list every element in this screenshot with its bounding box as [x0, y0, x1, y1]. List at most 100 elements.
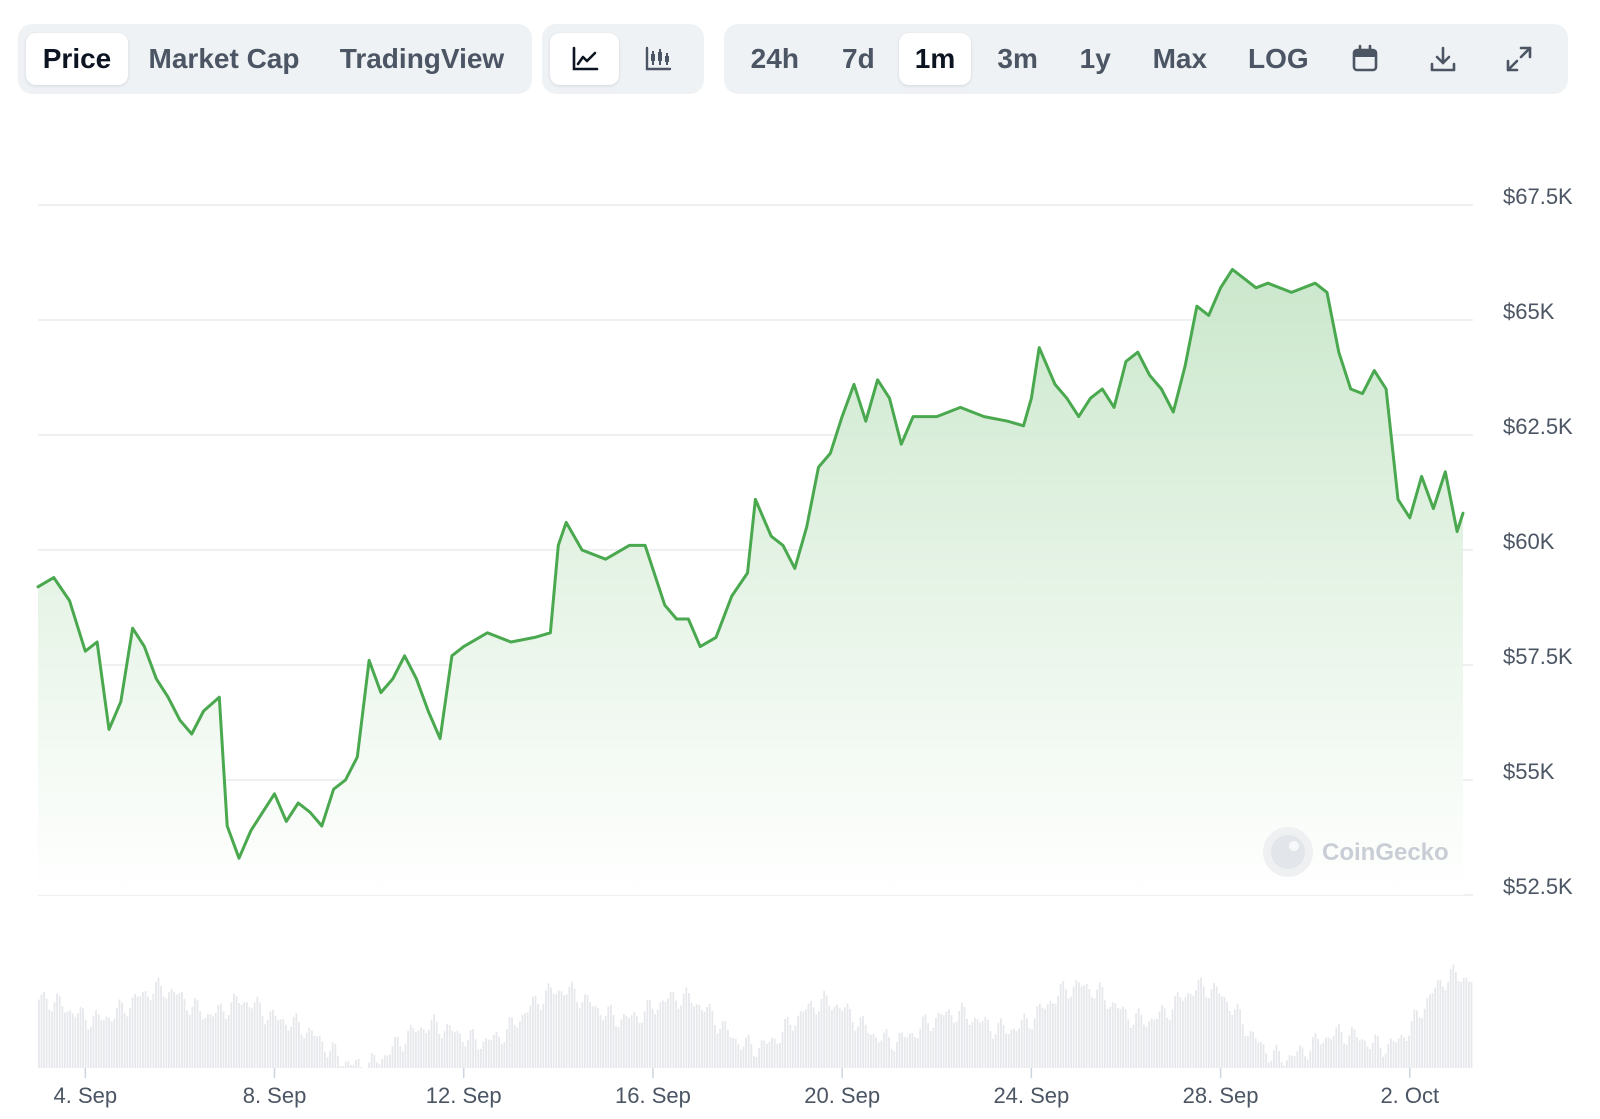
- volume-bar: [781, 1031, 784, 1068]
- volume-bar: [721, 1021, 724, 1068]
- volume-bar: [305, 1032, 308, 1068]
- volume-bar: [612, 1015, 615, 1068]
- volume-bar: [532, 996, 534, 1068]
- x-tick-label: 24. Sep: [993, 1083, 1069, 1108]
- volume-bar: [950, 1015, 953, 1068]
- volume-bar: [253, 1002, 256, 1068]
- volume-bar: [467, 1040, 469, 1068]
- volume-bar: [1379, 1047, 1382, 1068]
- volume-bar: [1288, 1055, 1291, 1068]
- volume-bar: [1205, 997, 1208, 1068]
- volume-bar: [1374, 1034, 1377, 1068]
- volume-bar: [339, 1065, 342, 1068]
- y-tick-label: $65K: [1503, 299, 1555, 324]
- volume-bar: [1192, 995, 1195, 1068]
- volume-bar: [1392, 1040, 1395, 1068]
- volume-bar: [82, 1008, 84, 1068]
- volume-bar: [503, 1042, 506, 1068]
- volume-bar: [1338, 1024, 1340, 1068]
- volume-bar: [571, 981, 573, 1068]
- x-tick-label: 28. Sep: [1183, 1083, 1259, 1108]
- volume-bar: [399, 1046, 402, 1068]
- volume-bar: [1195, 990, 1197, 1068]
- volume-bar: [1197, 980, 1200, 1068]
- watermark-text: CoinGecko: [1322, 839, 1449, 866]
- volume-bar: [526, 1012, 529, 1068]
- volume-bar: [794, 1025, 797, 1068]
- volume-bar: [134, 994, 136, 1068]
- volume-bar: [1161, 1005, 1163, 1068]
- volume-bar: [578, 1008, 581, 1068]
- volume-bar: [1137, 1008, 1140, 1068]
- volume-bar: [1127, 1019, 1130, 1068]
- volume-bar: [888, 1037, 890, 1068]
- volume-bar: [342, 1066, 344, 1068]
- volume-bar: [157, 977, 160, 1068]
- volume-bar: [529, 1005, 532, 1068]
- volume-bar: [243, 1001, 246, 1068]
- volume-bar: [1403, 1037, 1405, 1068]
- volume-bar: [1005, 1033, 1007, 1068]
- volume-bar: [1130, 1027, 1132, 1068]
- volume-bar: [1226, 1001, 1228, 1068]
- volume-bar: [1299, 1045, 1301, 1068]
- volume-bar: [1371, 1042, 1374, 1068]
- volume-bar: [126, 1016, 129, 1068]
- volume-bar: [43, 991, 45, 1068]
- volume-bar: [191, 1006, 194, 1068]
- volume-bar: [659, 1002, 662, 1068]
- volume-bar: [693, 1006, 695, 1068]
- volume-bar: [610, 1004, 612, 1068]
- volume-bar: [490, 1039, 493, 1068]
- volume-bar: [1291, 1055, 1293, 1068]
- volume-bar: [1434, 987, 1436, 1068]
- volume-bar: [1218, 993, 1221, 1068]
- volume-bar: [552, 993, 555, 1068]
- volume-bar: [48, 1009, 51, 1068]
- volume-bar: [1468, 981, 1470, 1068]
- volume-bar: [997, 1022, 1000, 1068]
- volume-bar: [844, 1007, 846, 1068]
- volume-bar: [620, 1019, 623, 1068]
- volume-bar: [1408, 1035, 1410, 1068]
- volume-bar: [147, 996, 149, 1068]
- volume-bar: [311, 1030, 313, 1068]
- volume-bar: [1413, 1009, 1416, 1068]
- volume-bar: [927, 1023, 929, 1068]
- volume-bar: [350, 1064, 352, 1068]
- volume-bar: [550, 987, 552, 1068]
- volume-bar: [1358, 1040, 1361, 1068]
- volume-bar: [1335, 1027, 1338, 1068]
- volume-bar: [820, 999, 823, 1068]
- volume-bar: [196, 1000, 199, 1068]
- volume-bar: [565, 994, 568, 1068]
- volume-bar: [482, 1041, 485, 1068]
- volume-bar: [1096, 989, 1098, 1068]
- volume-bar: [1065, 989, 1067, 1068]
- volume-bar: [846, 1003, 849, 1068]
- volume-bar: [1093, 998, 1096, 1068]
- volume-bar: [1260, 1042, 1262, 1068]
- volume-bar: [1262, 1044, 1265, 1068]
- volume-bar: [469, 1029, 472, 1068]
- volume-bar: [953, 1022, 955, 1068]
- volume-bar: [893, 1051, 896, 1068]
- volume-bar: [1319, 1044, 1322, 1068]
- volume-bar: [638, 1023, 641, 1068]
- volume-bar: [1054, 1003, 1057, 1068]
- volume-bar: [818, 1011, 820, 1068]
- volume-bar: [903, 1036, 906, 1068]
- volume-bar: [472, 1028, 474, 1068]
- volume-bar: [1421, 1018, 1423, 1068]
- volume-bar: [209, 1014, 212, 1068]
- volume-bar: [391, 1046, 394, 1068]
- volume-bar: [766, 1043, 768, 1068]
- volume-bar: [1028, 1028, 1031, 1068]
- volume-bar: [1312, 1037, 1314, 1068]
- volume-bar: [1387, 1043, 1390, 1068]
- volume-bar: [256, 996, 259, 1068]
- volume-bar: [1041, 1007, 1044, 1068]
- volume-bar: [1046, 1004, 1049, 1068]
- volume-bar: [984, 1016, 987, 1068]
- volume-bar: [623, 1014, 625, 1068]
